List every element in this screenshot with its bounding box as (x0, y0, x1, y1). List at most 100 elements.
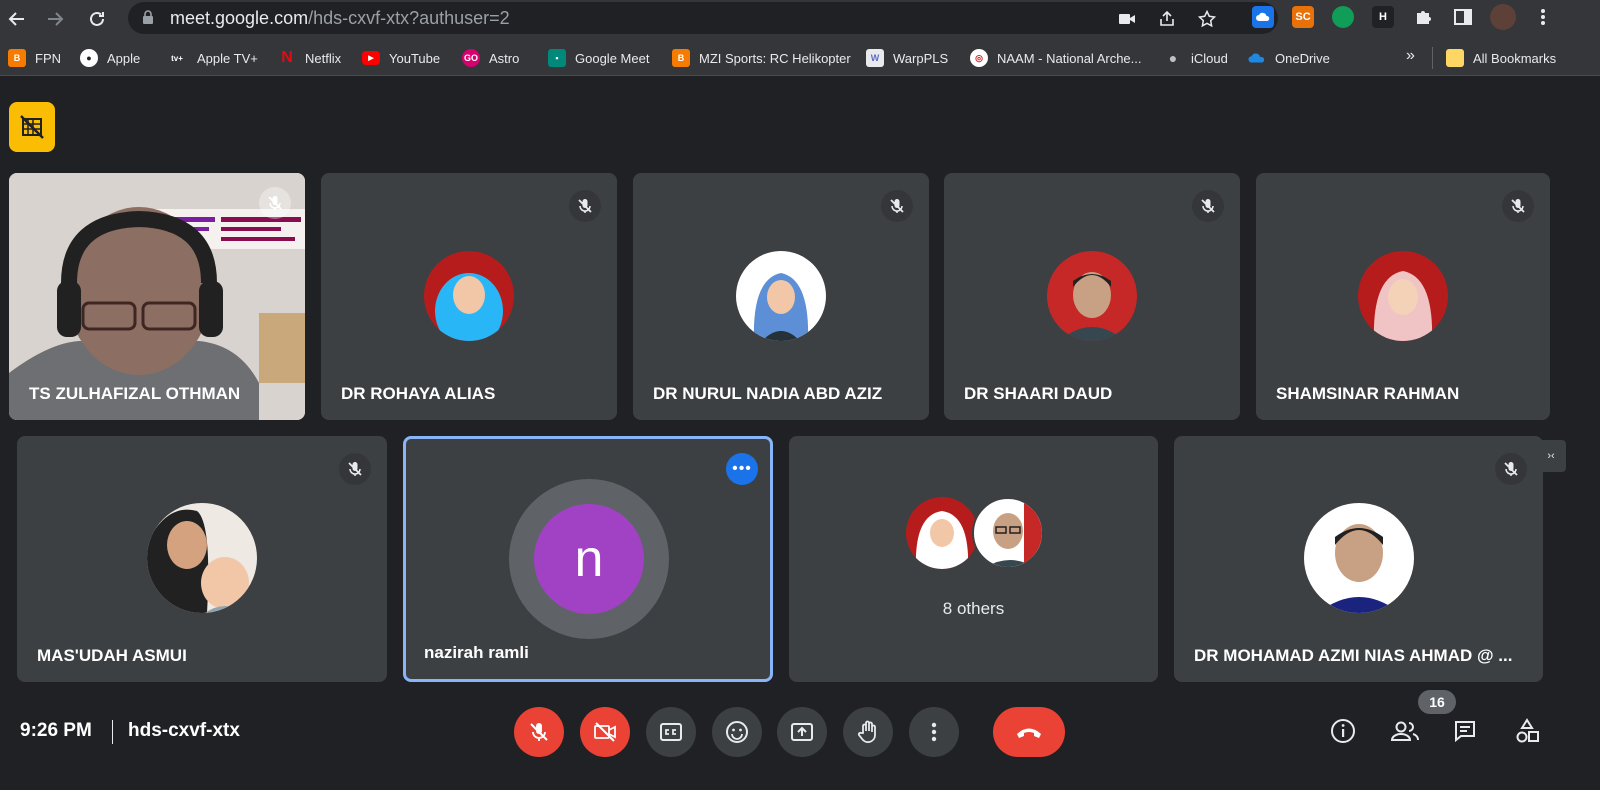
bookmark-mzi-sports[interactable]: B MZI Sports: RC Helikopter (672, 48, 851, 68)
bookmark-warppls[interactable]: W WarpPLS (866, 48, 948, 68)
participant-name: TS ZULHAFIZAL OTHMAN (29, 384, 241, 403)
participant-name: SHAMSINAR RAHMAN (1276, 384, 1460, 403)
puzzle-extensions-icon[interactable] (1412, 6, 1434, 28)
microphone-off-button[interactable] (514, 707, 564, 757)
participant-avatar (906, 497, 978, 569)
chat-icon (1455, 721, 1475, 743)
apple-tv-icon: tv+ (171, 53, 183, 63)
url-text: meet.google.com/hds-cxvf-xtx?authuser=2 (170, 8, 510, 28)
participant-avatar (1358, 251, 1448, 341)
participant-name: DR NURUL NADIA ABD AZIZ (653, 384, 883, 403)
browser-menu-icon[interactable] (1532, 6, 1554, 28)
green-extension-icon[interactable] (1332, 6, 1354, 28)
captions-button[interactable] (646, 707, 696, 757)
participant-name: MAS'UDAH ASMUI (37, 646, 187, 665)
present-screen-icon (791, 723, 813, 741)
apple-icon: ● (80, 49, 98, 67)
collapse-panel-icon[interactable]: ›‹ (1536, 440, 1566, 472)
bookmark-icloud[interactable]: ● iCloud (1164, 48, 1228, 68)
chat-button[interactable] (1447, 713, 1483, 749)
hang-up-icon (1017, 728, 1041, 738)
bookmark-star-icon[interactable] (1196, 8, 1218, 30)
bookmarks-overflow-button[interactable]: » (1406, 46, 1415, 66)
netflix-icon: N (281, 49, 293, 66)
muted-mic-icon (339, 453, 371, 485)
all-bookmarks-button[interactable]: All Bookmarks (1446, 48, 1556, 68)
no-video-effects-icon (20, 115, 44, 139)
blogger-icon: B (8, 49, 26, 67)
present-screen-button[interactable] (777, 707, 827, 757)
bookmark-youtube[interactable]: ▶ YouTube (362, 48, 440, 68)
cloud-extension-icon[interactable] (1252, 6, 1274, 28)
raise-hand-button[interactable] (843, 707, 893, 757)
participant-tile[interactable]: MAS'UDAH ASMUI (17, 436, 387, 682)
warppls-icon: W (866, 49, 884, 67)
bookmark-astro[interactable]: GO Astro (462, 48, 519, 68)
leave-call-button[interactable] (993, 707, 1065, 757)
back-arrow-icon[interactable] (2, 4, 32, 34)
camera-indicator-icon[interactable] (1116, 8, 1138, 30)
h-extension-icon[interactable]: H (1372, 6, 1394, 28)
bookmark-apple-tv[interactable]: tv+ Apple TV+ (166, 48, 258, 68)
address-bar[interactable]: meet.google.com/hds-cxvf-xtx?authuser=2 (128, 2, 1278, 34)
bookmarks-bar: B FPN ● Apple tv+ Apple TV+ N Netflix ▶ YouTu… (0, 40, 1600, 76)
share-icon[interactable] (1156, 8, 1178, 30)
participant-tile[interactable]: DR ROHAYA ALIAS (321, 173, 617, 420)
participant-name: DR ROHAYA ALIAS (341, 384, 496, 403)
people-icon (1390, 721, 1419, 741)
others-tile[interactable]: 8 others (789, 436, 1158, 682)
participant-avatar (147, 503, 257, 613)
bookmark-netflix[interactable]: N Netflix (278, 48, 341, 68)
meeting-details-button[interactable] (1325, 713, 1361, 749)
bookmark-naam[interactable]: ◎ NAAM - National Arche... (970, 48, 1142, 68)
activities-shapes-icon (1516, 718, 1539, 743)
participant-count-badge: 16 (1418, 690, 1456, 714)
participant-tile[interactable]: DR MOHAMAD AZMI NIAS AHMAD @ ... (1174, 436, 1543, 682)
bookmark-google-meet[interactable]: ▪ Google Meet (548, 48, 649, 68)
muted-mic-icon (259, 187, 291, 219)
bookmark-fpn[interactable]: B FPN (8, 48, 61, 68)
muted-mic-icon (1502, 190, 1534, 222)
astro-icon: GO (462, 49, 480, 67)
activities-button[interactable] (1509, 713, 1545, 749)
participant-avatar (424, 251, 514, 341)
forward-arrow-icon[interactable] (40, 4, 70, 34)
bookmark-apple[interactable]: ● Apple (80, 48, 140, 68)
youtube-icon: ▶ (362, 51, 380, 65)
reactions-button[interactable] (712, 707, 762, 757)
naam-icon: ◎ (970, 49, 988, 67)
participant-avatar (1047, 251, 1137, 341)
visual-effects-alert-button[interactable] (9, 102, 55, 152)
emoji-icon (726, 721, 748, 743)
muted-mic-icon (1495, 453, 1527, 485)
participant-tile[interactable]: DR SHAARI DAUD (944, 173, 1240, 420)
muted-mic-icon (569, 190, 601, 222)
participant-name: DR SHAARI DAUD (964, 384, 1113, 403)
onedrive-icon (1248, 49, 1266, 67)
more-vert-icon (931, 722, 937, 742)
more-options-icon[interactable]: ••• (726, 453, 758, 485)
profile-avatar[interactable] (1490, 4, 1516, 30)
side-panel-icon[interactable] (1452, 6, 1474, 28)
bookmark-onedrive[interactable]: OneDrive (1248, 48, 1330, 68)
participant-tile[interactable]: SHAMSINAR RAHMAN (1256, 173, 1550, 420)
participant-tile-self[interactable]: ••• n nazirah ramli (403, 436, 773, 682)
sc-extension-icon[interactable]: SC (1292, 6, 1314, 28)
google-meet-icon: ▪ (548, 49, 566, 67)
folder-icon (1446, 49, 1464, 67)
reload-icon[interactable] (82, 4, 112, 34)
meeting-code: hds-cxvf-xtx (128, 720, 240, 741)
people-button[interactable] (1387, 713, 1423, 749)
more-options-button[interactable] (909, 707, 959, 757)
participant-tile[interactable]: DR NURUL NADIA ABD AZIZ (633, 173, 929, 420)
bookmarks-divider (1432, 47, 1433, 69)
participant-avatar (1304, 503, 1414, 613)
info-icon (1331, 719, 1355, 743)
participant-avatar (972, 497, 1044, 569)
camera-off-icon (594, 722, 616, 742)
muted-mic-icon (1192, 190, 1224, 222)
closed-captions-icon (660, 723, 682, 741)
camera-off-button[interactable] (580, 707, 630, 757)
blogger-icon: B (672, 49, 690, 67)
participant-tile-video[interactable]: TS ZULHAFIZAL OTHMAN (9, 173, 305, 420)
